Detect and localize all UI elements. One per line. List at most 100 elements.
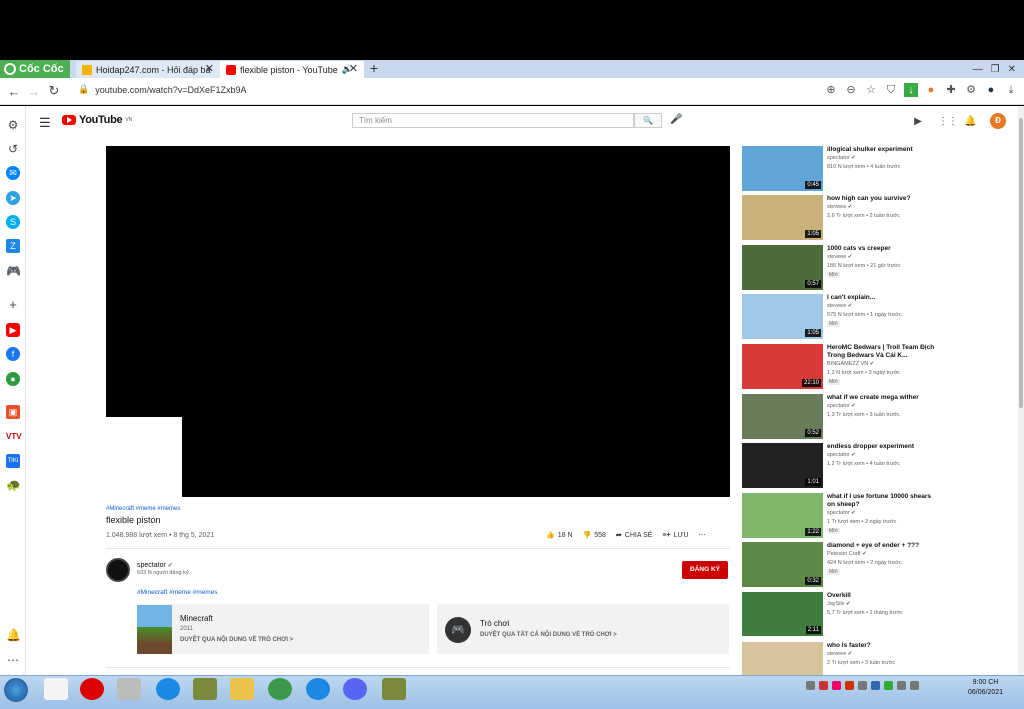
minecraft-launcher-icon[interactable]	[382, 678, 406, 700]
maximize-button[interactable]: ❐	[991, 64, 1000, 75]
extensions-puzzle-icon[interactable]: ✚	[944, 83, 958, 97]
download-green-icon[interactable]: ↓	[904, 83, 918, 97]
related-video-title[interactable]: 1000 cats vs creeper	[827, 245, 937, 253]
like-button[interactable]: 👍 18 N	[546, 531, 573, 540]
downloads-icon[interactable]: ⤓	[1004, 83, 1018, 97]
related-video-title[interactable]: who is faster?	[827, 642, 937, 650]
tray-app-icon[interactable]	[845, 681, 854, 690]
tray-app-icon[interactable]	[871, 681, 880, 690]
apps-grid-icon[interactable]: ⋮⋮	[938, 116, 958, 127]
related-video-thumbnail[interactable]: 1:01	[742, 443, 823, 488]
hamburger-menu-icon[interactable]: ☰	[39, 115, 51, 131]
url-field[interactable]: 🔒 youtube.com/watch?v=DdXeF1Zxb9A	[78, 84, 247, 95]
video-hashtags[interactable]: #Minecraft #meme #memes	[106, 506, 180, 512]
related-video-channel[interactable]: spectator ✔	[827, 155, 856, 161]
related-video-item[interactable]: 1:05 I can't explain... steveee ✔ 575 N lượ…	[742, 294, 942, 340]
related-video-item[interactable]: 0:57 1000 cats vs creeper steveee ✔ 185 N l…	[742, 245, 942, 291]
related-video-channel[interactable]: steveee ✔	[827, 651, 852, 657]
tray-app-icon[interactable]	[884, 681, 893, 690]
vtv-icon[interactable]: VTV	[6, 430, 22, 444]
game-card-category[interactable]	[437, 604, 729, 654]
related-video-item[interactable]: 0:45 illogical shulker experiment spectato…	[742, 146, 942, 192]
related-video-thumbnail[interactable]: 2:11	[742, 592, 823, 636]
related-video-thumbnail[interactable]: 22:10	[742, 344, 823, 389]
tiki-icon[interactable]: TIKI	[6, 454, 20, 468]
tray-app-icon[interactable]	[806, 681, 815, 690]
messenger-icon[interactable]: ✉	[6, 166, 20, 180]
related-video-item[interactable]: 1:05 how high can you survive? steveee ✔ 2,…	[742, 195, 942, 241]
related-video-title[interactable]: what if we create mega wither	[827, 394, 937, 402]
related-video-title[interactable]: what if I use fortune 10000 shears on sh…	[827, 493, 937, 509]
related-video-thumbnail[interactable]: 1:05	[742, 195, 823, 240]
gamepad-icon[interactable]: 🎮	[6, 264, 21, 278]
more-actions-icon[interactable]: ⋯	[699, 531, 706, 539]
related-video-channel[interactable]: steveee ✔	[827, 204, 852, 210]
browser-brand-button[interactable]: Cốc Cốc	[0, 60, 70, 78]
minimize-button[interactable]: —	[973, 64, 983, 75]
related-video-channel[interactable]: spectator ✔	[827, 403, 856, 409]
related-video-title[interactable]: endless dropper experiment	[827, 443, 937, 451]
telegram-icon[interactable]: ➤	[6, 191, 20, 205]
video-player[interactable]	[106, 146, 730, 497]
network-icon[interactable]	[897, 681, 906, 690]
profile-icon[interactable]: ●	[984, 83, 998, 97]
related-video-channel[interactable]: steveee ✔	[827, 254, 852, 260]
zoom-in-icon[interactable]: ⊕	[824, 83, 838, 97]
related-video-item[interactable]: 0:52 what if we create mega wither spectat…	[742, 394, 942, 440]
tray-app-icon[interactable]	[819, 681, 828, 690]
share-button[interactable]: ➦ CHIA SẺ	[616, 531, 653, 540]
notification-bell-icon[interactable]: 🔔	[6, 628, 21, 642]
minecraft-icon[interactable]	[193, 678, 217, 700]
extension-orange-icon[interactable]: ●	[924, 83, 938, 97]
orange-app-icon[interactable]: ▣	[6, 405, 20, 419]
youtube-sidebar-icon[interactable]: ▶	[6, 323, 20, 337]
related-video-channel[interactable]: JaySilv ✔	[827, 601, 851, 607]
close-tab-icon[interactable]: ✕	[205, 62, 214, 75]
related-video-item[interactable]: 1:01 endless dropper experiment spectator …	[742, 443, 942, 489]
tab-hoidap247[interactable]: Hoidap247.com - Hỏi đáp bà ✕	[76, 61, 220, 78]
system-clock[interactable]: 9:00 CH 06/06/2021	[968, 678, 1003, 698]
facebook-icon[interactable]: f	[6, 347, 20, 361]
related-video-title[interactable]: Overkill	[827, 592, 937, 600]
related-video-channel[interactable]: steveee ✔	[827, 303, 852, 309]
media-player-icon[interactable]	[117, 678, 141, 700]
related-video-title[interactable]: HeroMC Bedwars | Troll Team Địch Trong B…	[827, 344, 937, 360]
tray-app-icon[interactable]	[832, 681, 841, 690]
start-button-icon[interactable]	[4, 678, 28, 702]
related-video-item[interactable]: 0:32 diamond + eye of ender + ??? Peteson …	[742, 542, 942, 588]
subscribe-button[interactable]: ĐĂNG KÝ	[682, 561, 728, 579]
search-input[interactable]: Tìm kiếm	[352, 113, 634, 128]
volume-icon[interactable]	[910, 681, 919, 690]
close-tab-icon[interactable]: ✕	[349, 62, 358, 75]
related-video-thumbnail[interactable]: 0:32	[742, 542, 823, 587]
settings-gear-icon[interactable]: ⚙	[6, 118, 20, 132]
add-icon[interactable]: +	[6, 298, 20, 312]
related-video-thumbnail[interactable]: 1:22	[742, 493, 823, 538]
related-video-channel[interactable]: Peteson Craft ✔	[827, 551, 867, 557]
discord-icon[interactable]	[343, 678, 367, 700]
shield-icon[interactable]: ⛉	[884, 83, 898, 97]
channel-name[interactable]: spectator ✔	[137, 562, 173, 569]
translate-icon[interactable]: ⚙	[964, 83, 978, 97]
related-video-thumbnail[interactable]: 0:52	[742, 394, 823, 439]
related-video-title[interactable]: diamond + eye of ender + ???	[827, 542, 937, 550]
tab-youtube[interactable]: flexible piston - YouTube 🔊 ✕	[220, 61, 364, 78]
related-video-item[interactable]: 22:10 HeroMC Bedwars | Troll Team Địch Tr…	[742, 344, 942, 390]
search-button[interactable]: 🔍	[634, 113, 662, 128]
card-link[interactable]: DUYỆT QUA TẤT CẢ NỘI DUNG VỀ TRÒ CHƠI >	[480, 632, 617, 638]
card-link[interactable]: DUYỆT QUA NỘI DUNG VỀ TRÒ CHƠI >	[180, 637, 293, 643]
related-video-thumbnail[interactable]: 1:05	[742, 294, 823, 339]
close-window-button[interactable]: ✕	[1008, 64, 1016, 75]
file-explorer-icon[interactable]	[230, 678, 254, 700]
notifications-bell-icon[interactable]: 🔔	[964, 116, 976, 127]
reload-button[interactable]: ↻	[44, 83, 64, 99]
skype-icon[interactable]: S	[6, 215, 20, 229]
more-options-icon[interactable]: ⋯	[6, 653, 20, 667]
user-avatar[interactable]: Đ	[990, 113, 1006, 129]
related-video-channel[interactable]: spectator ✔	[827, 510, 856, 516]
save-button[interactable]: ≡+ LƯU	[662, 532, 688, 539]
green-app-icon[interactable]: ●	[6, 372, 20, 386]
related-video-title[interactable]: illogical shulker experiment	[827, 146, 937, 154]
description-hashtags[interactable]: #Minecraft #meme #memes	[137, 589, 218, 596]
related-video-item[interactable]: 1:22 what if I use fortune 10000 shears o…	[742, 493, 942, 539]
